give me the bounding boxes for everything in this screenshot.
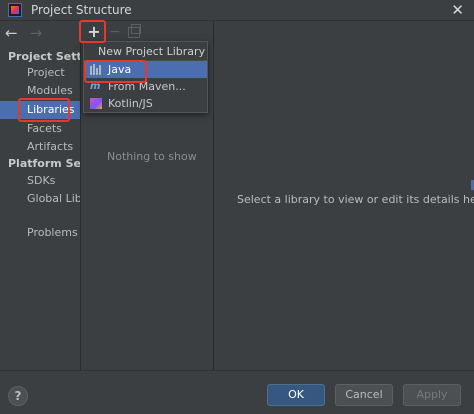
remove-library-icon[interactable]: − (108, 24, 122, 40)
close-icon[interactable]: ✕ (451, 0, 464, 21)
libraries-empty-text: Nothing to show (107, 150, 197, 163)
details-divider (213, 21, 214, 370)
java-item-highlight (84, 60, 147, 83)
apply-button[interactable]: Apply (403, 384, 461, 406)
add-button-highlight (79, 20, 106, 43)
settings-sidebar: Project Settings Project Modules Librari… (0, 44, 80, 368)
copy-library-icon[interactable] (128, 23, 141, 38)
sidebar-divider (80, 21, 81, 370)
dialog-button-bar: ? OK Cancel Apply (0, 370, 474, 414)
navigation-arrows: ← → (5, 24, 42, 42)
sidebar-item-sdks[interactable]: SDKs (0, 172, 80, 190)
ok-button[interactable]: OK (267, 384, 325, 406)
project-settings-header: Project Settings (8, 50, 80, 63)
sidebar-item-project[interactable]: Project (0, 64, 80, 82)
sidebar-item-facets[interactable]: Facets (0, 120, 80, 138)
sidebar-item-problems[interactable]: Problems (0, 224, 80, 242)
details-placeholder: Select a library to view or edit its det… (237, 193, 474, 206)
kotlin-js-icon (90, 98, 102, 109)
popup-header: New Project Library (84, 42, 207, 61)
intellij-app-icon (8, 3, 22, 17)
platform-settings-header: Platform Settings (8, 157, 80, 170)
forward-arrow-icon[interactable]: → (30, 24, 43, 42)
libraries-item-highlight (18, 98, 70, 122)
sidebar-item-global-libraries[interactable]: Global Libraries (0, 190, 80, 208)
title-bar: Project Structure ✕ (0, 0, 474, 21)
window-title: Project Structure (31, 3, 132, 17)
back-arrow-icon[interactable]: ← (5, 24, 18, 42)
popup-item-kotlin-js[interactable]: Kotlin/JS (84, 95, 207, 112)
sidebar-item-artifacts[interactable]: Artifacts (0, 138, 80, 156)
cancel-button[interactable]: Cancel (335, 384, 393, 406)
popup-item-label: Kotlin/JS (108, 97, 153, 110)
help-icon[interactable]: ? (8, 386, 28, 406)
